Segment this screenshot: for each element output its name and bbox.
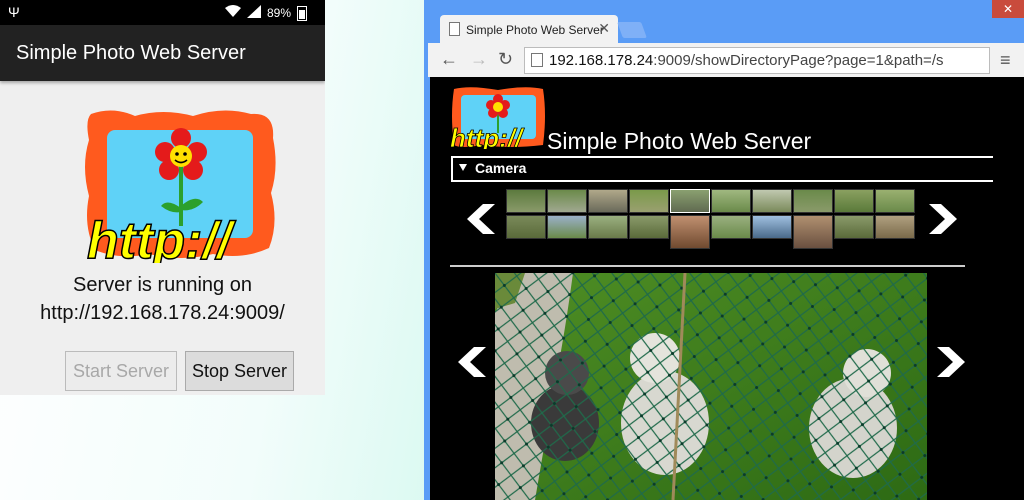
server-status-line: Server is running on (73, 274, 252, 296)
photo-thumbnail[interactable] (670, 189, 710, 213)
photo-thumbnail[interactable] (629, 189, 669, 213)
start-server-button[interactable]: Start Server (65, 351, 177, 391)
web-page: http:// Simple Photo Web Server Camera (430, 77, 1024, 500)
page-icon (531, 53, 543, 67)
svg-text:http://: http:// (450, 123, 525, 149)
android-screen: Ψ 89% Simple Photo Web Server http:// Se… (0, 0, 325, 395)
server-status-message: Server is running on http://192.168.178.… (0, 271, 325, 327)
window-close-button[interactable]: ✕ (992, 0, 1024, 18)
photo-thumbnail[interactable] (793, 189, 833, 213)
photo-thumbnail[interactable] (793, 215, 833, 249)
page-title: Simple Photo Web Server (547, 128, 812, 154)
wifi-icon (224, 5, 241, 21)
url-host: 192.168.178.24 (549, 52, 654, 69)
back-icon[interactable]: ← (440, 49, 458, 70)
menu-icon[interactable]: ≡ (1000, 50, 1011, 71)
new-tab-button[interactable] (617, 22, 647, 38)
browser-window: Simple Photo Web Server ✕ ✕ ← → ↻ 192.16… (424, 0, 1024, 500)
signal-icon (246, 5, 261, 21)
photo-thumbnail[interactable] (752, 215, 792, 239)
thumbs-next-icon[interactable] (927, 204, 959, 234)
browser-tab[interactable]: Simple Photo Web Server ✕ (440, 15, 618, 43)
page-icon (449, 22, 460, 36)
album-name: Camera (475, 160, 527, 176)
usb-icon: Ψ (8, 4, 20, 20)
photo-next-icon[interactable] (935, 347, 967, 377)
close-tab-icon[interactable]: ✕ (598, 20, 610, 37)
forward-icon[interactable]: → (470, 49, 488, 70)
photo-thumbnail[interactable] (875, 215, 915, 239)
address-bar[interactable]: 192.168.178.24:9009/showDirectoryPage?pa… (524, 47, 990, 74)
divider (450, 265, 965, 267)
photo-thumbnail[interactable] (629, 215, 669, 239)
photo-thumbnail[interactable] (711, 189, 751, 213)
battery-percent: 89% (266, 6, 291, 20)
thumbs-prev-icon[interactable] (465, 204, 497, 234)
photo-thumbnail[interactable] (875, 189, 915, 213)
app-title: Simple Photo Web Server (0, 25, 325, 81)
svg-text:http://: http:// (87, 212, 237, 263)
photo-thumbnail[interactable] (588, 189, 628, 213)
photo-thumbnail[interactable] (711, 215, 751, 239)
photo-thumbnail[interactable] (506, 215, 546, 239)
album-header[interactable]: Camera (451, 156, 993, 182)
web-logo: http:// (450, 87, 545, 149)
collapse-triangle-icon (459, 164, 467, 171)
photo-prev-icon[interactable] (456, 347, 488, 377)
photo-thumbnail[interactable] (547, 215, 587, 239)
status-bar: Ψ 89% (0, 0, 325, 25)
app-logo: http:// (85, 110, 276, 263)
stop-server-button[interactable]: Stop Server (185, 351, 294, 391)
battery-icon (297, 5, 307, 21)
url-path: :9009/showDirectoryPage?page=1&path=/s (653, 52, 944, 69)
tab-title: Simple Photo Web Server (466, 23, 604, 37)
reload-icon[interactable]: ↻ (498, 49, 513, 70)
main-photo[interactable] (495, 273, 927, 500)
server-url-line: http://192.168.178.24:9009/ (40, 302, 285, 324)
photo-thumbnail[interactable] (752, 189, 792, 213)
photo-thumbnail[interactable] (670, 215, 710, 249)
photo-thumbnail[interactable] (506, 189, 546, 213)
photo-thumbnail[interactable] (588, 215, 628, 239)
photo-thumbnail[interactable] (547, 189, 587, 213)
photo-thumbnail[interactable] (834, 215, 874, 239)
browser-toolbar: ← → ↻ 192.168.178.24:9009/showDirectoryP… (428, 43, 1024, 77)
photo-thumbnail[interactable] (834, 189, 874, 213)
